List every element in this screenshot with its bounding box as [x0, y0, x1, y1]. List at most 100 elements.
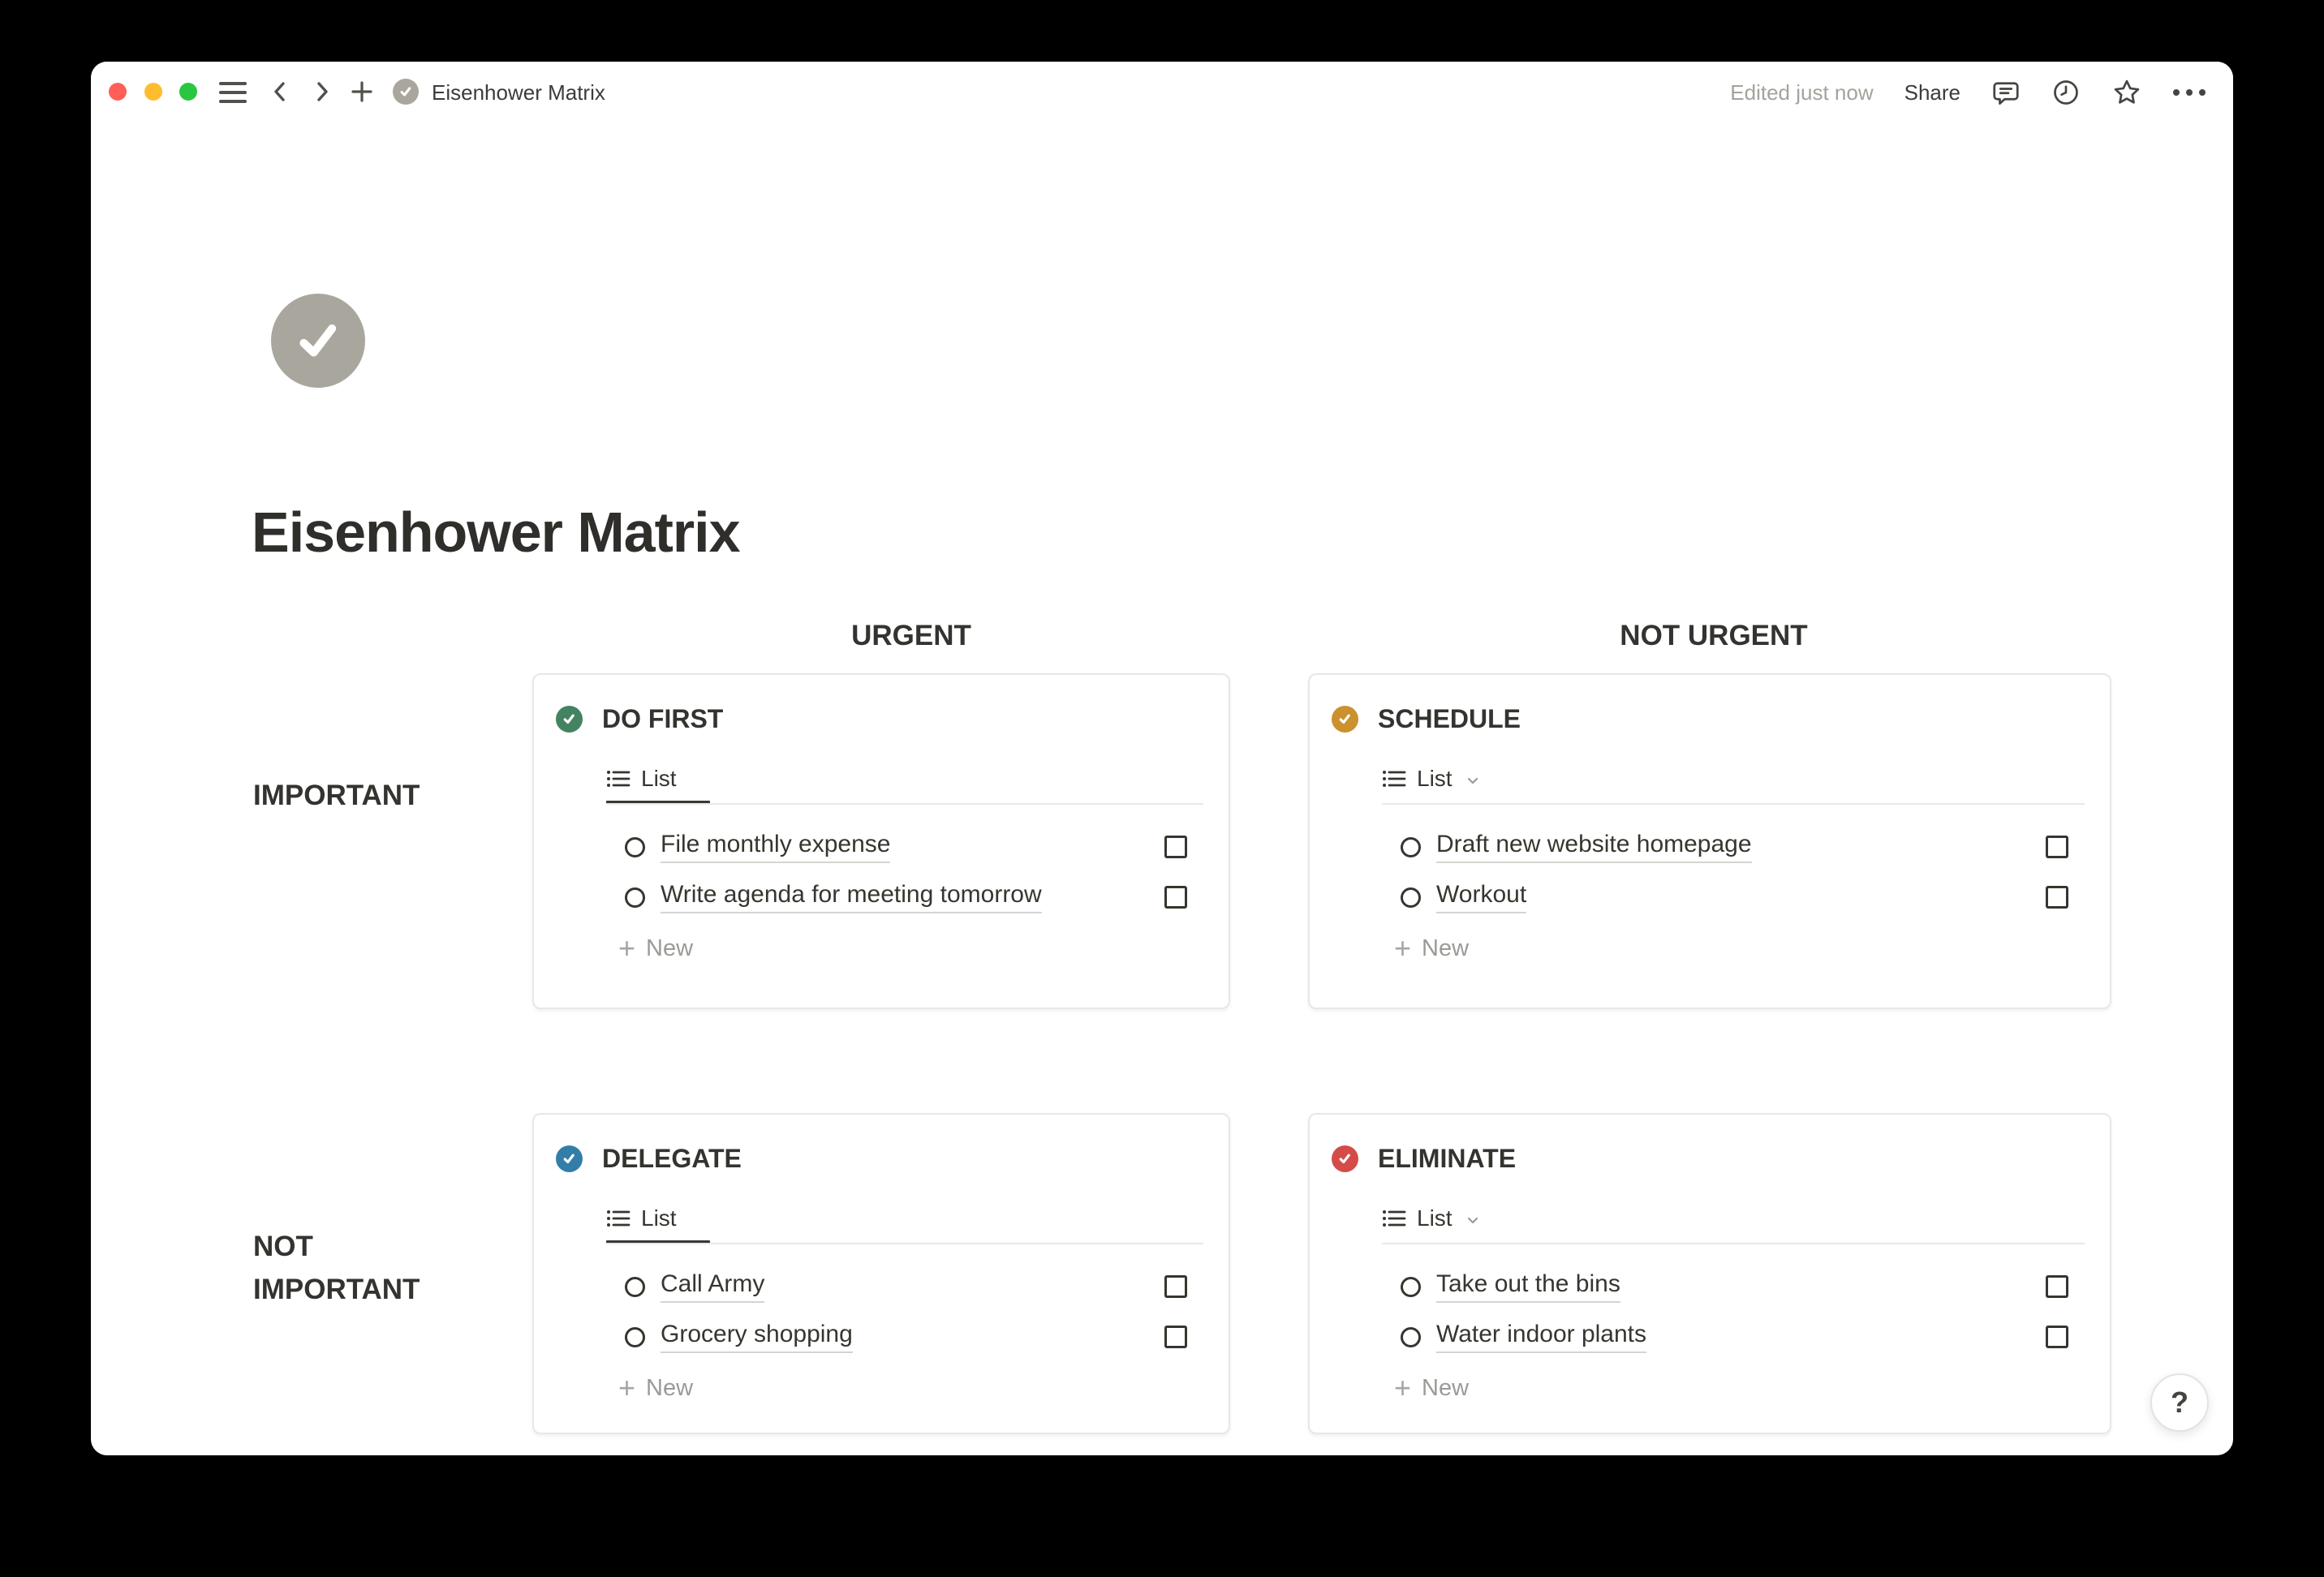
quadrant-card-delegate: DELEGATE List Call Army Grocery shopping… — [532, 1113, 1230, 1434]
task-checkbox[interactable] — [2046, 836, 2068, 858]
task-status-circle-icon[interactable] — [1401, 1327, 1421, 1347]
quadrant-title: ELIMINATE — [1378, 1144, 1516, 1174]
task-status-circle-icon[interactable] — [1401, 1277, 1421, 1297]
task-title-link[interactable]: Draft new website homepage — [1436, 831, 1752, 863]
notion-window: Eisenhower Matrix Edited just now Share … — [91, 62, 2233, 1455]
breadcrumb-page-icon[interactable] — [393, 79, 419, 105]
task-title-link[interactable]: Take out the bins — [1436, 1270, 1620, 1303]
task-checkbox[interactable] — [1164, 1326, 1187, 1348]
list-view-icon — [1382, 768, 1406, 789]
task-checkbox[interactable] — [1164, 1275, 1187, 1298]
new-tab-icon[interactable] — [349, 79, 375, 105]
plus-icon: + — [618, 936, 635, 960]
column-header-urgent: URGENT — [821, 620, 1001, 652]
new-label: New — [1422, 1375, 1469, 1402]
breadcrumb[interactable]: Eisenhower Matrix — [432, 62, 605, 123]
page-icon-checkmark[interactable] — [271, 294, 365, 388]
task-status-circle-icon[interactable] — [1401, 887, 1421, 908]
task-row: Water indoor plants — [1401, 1319, 2068, 1355]
minimize-window-button[interactable] — [144, 83, 162, 101]
titlebar: Eisenhower Matrix Edited just now Share — [91, 62, 2233, 123]
task-status-circle-icon[interactable] — [625, 1277, 645, 1297]
list-view-tab[interactable]: List — [1382, 758, 1481, 800]
tab-label: List — [1417, 766, 1452, 792]
updates-clock-icon[interactable] — [2051, 78, 2081, 107]
list-view-icon — [1382, 1208, 1406, 1229]
task-checkbox[interactable] — [2046, 886, 2068, 909]
task-checkbox[interactable] — [1164, 886, 1187, 909]
blue-check-icon — [556, 1145, 583, 1172]
tab-label: List — [641, 1205, 677, 1231]
new-label: New — [1422, 935, 1469, 962]
plus-icon: + — [618, 1376, 635, 1400]
new-task-button[interactable]: + New — [1394, 930, 1469, 966]
task-title-link[interactable]: Call Army — [661, 1270, 764, 1303]
task-title-link[interactable]: Write agenda for meeting tomorrow — [661, 881, 1042, 913]
task-title-link[interactable]: Water indoor plants — [1436, 1321, 1646, 1353]
new-task-button[interactable]: + New — [1394, 1370, 1469, 1406]
tab-divider — [1382, 803, 2085, 805]
quadrant-header: DO FIRST — [556, 704, 723, 734]
task-title-link[interactable]: File monthly expense — [661, 831, 890, 863]
comments-icon[interactable] — [1991, 78, 2021, 107]
favorite-star-icon[interactable] — [2111, 77, 2142, 108]
task-row: Workout — [1401, 879, 2068, 915]
task-checkbox[interactable] — [1164, 836, 1187, 858]
back-icon[interactable] — [268, 79, 292, 104]
quadrant-title: SCHEDULE — [1378, 704, 1521, 734]
quadrant-card-eliminate: ELIMINATE List Take out the bins Water i… — [1308, 1113, 2111, 1434]
task-checkbox[interactable] — [2046, 1326, 2068, 1348]
task-row: Take out the bins — [1401, 1269, 2068, 1304]
quadrant-title: DO FIRST — [602, 704, 723, 734]
new-label: New — [646, 1375, 693, 1402]
task-status-circle-icon[interactable] — [625, 1327, 645, 1347]
task-row: File monthly expense — [625, 829, 1187, 865]
task-row: Call Army — [625, 1269, 1187, 1304]
task-row: Draft new website homepage — [1401, 829, 2068, 865]
list-view-tab[interactable]: List — [606, 1197, 677, 1240]
list-view-icon — [606, 768, 630, 789]
share-button[interactable]: Share — [1904, 80, 1960, 105]
new-task-button[interactable]: + New — [618, 1370, 693, 1406]
task-status-circle-icon[interactable] — [625, 887, 645, 908]
quadrant-card-schedule: SCHEDULE List Draft new website homepage… — [1308, 673, 2111, 1009]
chevron-down-icon — [1465, 772, 1481, 788]
task-title-link[interactable]: Workout — [1436, 881, 1526, 913]
chevron-down-icon — [1465, 1212, 1481, 1228]
plus-icon: + — [1394, 936, 1411, 960]
task-status-circle-icon[interactable] — [1401, 837, 1421, 857]
plus-icon: + — [1394, 1376, 1411, 1400]
task-row: Grocery shopping — [625, 1319, 1187, 1355]
task-title-link[interactable]: Grocery shopping — [661, 1321, 853, 1353]
page-title[interactable]: Eisenhower Matrix — [252, 500, 740, 565]
new-label: New — [646, 935, 693, 962]
task-checkbox[interactable] — [2046, 1275, 2068, 1298]
help-button[interactable]: ? — [2150, 1373, 2209, 1432]
row-header-not-important: NOT IMPORTANT — [253, 1225, 448, 1311]
tab-label: List — [641, 766, 677, 792]
tab-divider — [1382, 1243, 2085, 1244]
list-view-icon — [606, 1208, 630, 1229]
red-check-icon — [1332, 1145, 1358, 1172]
close-window-button[interactable] — [109, 83, 127, 101]
tab-divider — [606, 803, 1203, 805]
quadrant-title: DELEGATE — [602, 1144, 742, 1174]
sidebar-toggle-icon[interactable] — [217, 82, 248, 103]
quadrant-header: DELEGATE — [556, 1144, 742, 1174]
forward-icon[interactable] — [310, 79, 334, 104]
more-options-icon[interactable] — [2173, 89, 2206, 96]
task-row: Write agenda for meeting tomorrow — [625, 879, 1187, 915]
task-status-circle-icon[interactable] — [625, 837, 645, 857]
zoom-window-button[interactable] — [179, 83, 197, 101]
list-view-tab[interactable]: List — [606, 758, 677, 800]
tab-label: List — [1417, 1205, 1452, 1231]
tab-divider — [606, 1243, 1203, 1244]
green-check-icon — [556, 706, 583, 733]
list-view-tab[interactable]: List — [1382, 1197, 1481, 1240]
quadrant-header: ELIMINATE — [1332, 1144, 1516, 1174]
edited-timestamp: Edited just now — [1730, 80, 1873, 105]
column-header-not-urgent: NOT URGENT — [1592, 620, 1836, 652]
row-header-important: IMPORTANT — [253, 774, 448, 817]
new-task-button[interactable]: + New — [618, 930, 693, 966]
yellow-check-icon — [1332, 706, 1358, 733]
